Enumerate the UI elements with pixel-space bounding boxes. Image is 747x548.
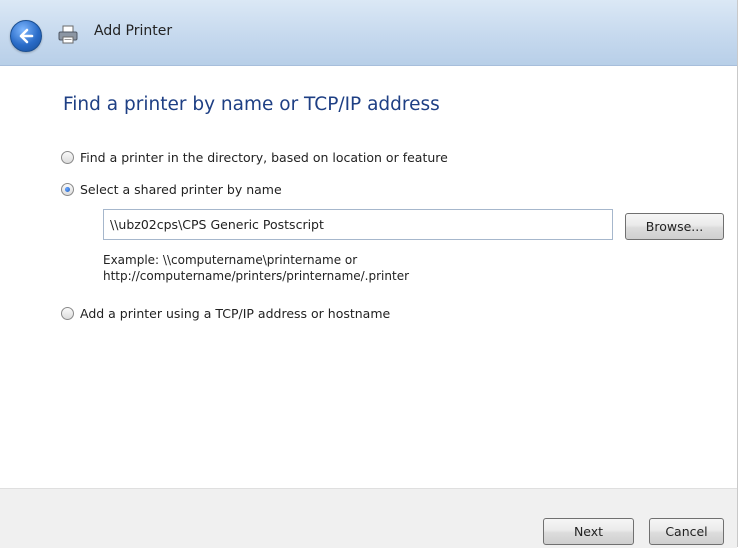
radio-select-shared-printer[interactable] [61,183,74,196]
shared-printer-name-input[interactable] [103,209,613,240]
page-title: Find a printer by name or TCP/IP address [63,94,440,115]
browse-button[interactable]: Browse... [625,213,724,240]
window-title: Add Printer [94,23,173,39]
option-tcpip-address[interactable]: Add a printer using a TCP/IP address or … [61,306,390,321]
radio-tcpip-address[interactable] [61,307,74,320]
window-border [737,0,738,547]
example-text: Example: \\computername\printername or h… [103,252,409,284]
cancel-button[interactable]: Cancel [649,518,724,545]
printer-icon [58,25,78,44]
option-label: Add a printer using a TCP/IP address or … [80,306,391,321]
example-line-2: http://computername/printers/printername… [103,269,410,283]
option-select-shared-printer[interactable]: Select a shared printer by name [61,182,282,197]
back-button[interactable] [10,20,42,52]
title-bar: Add Printer [0,0,737,66]
button-bar: Next Cancel [0,488,737,548]
back-arrow-icon [19,28,34,44]
radio-find-in-directory[interactable] [61,151,74,164]
example-line-1: Example: \\computername\printername or [103,253,358,267]
window-edge [737,0,747,547]
option-label: Select a shared printer by name [80,182,282,197]
option-label: Find a printer in the directory, based o… [80,150,448,165]
next-button[interactable]: Next [543,518,634,545]
option-find-in-directory[interactable]: Find a printer in the directory, based o… [61,150,448,165]
